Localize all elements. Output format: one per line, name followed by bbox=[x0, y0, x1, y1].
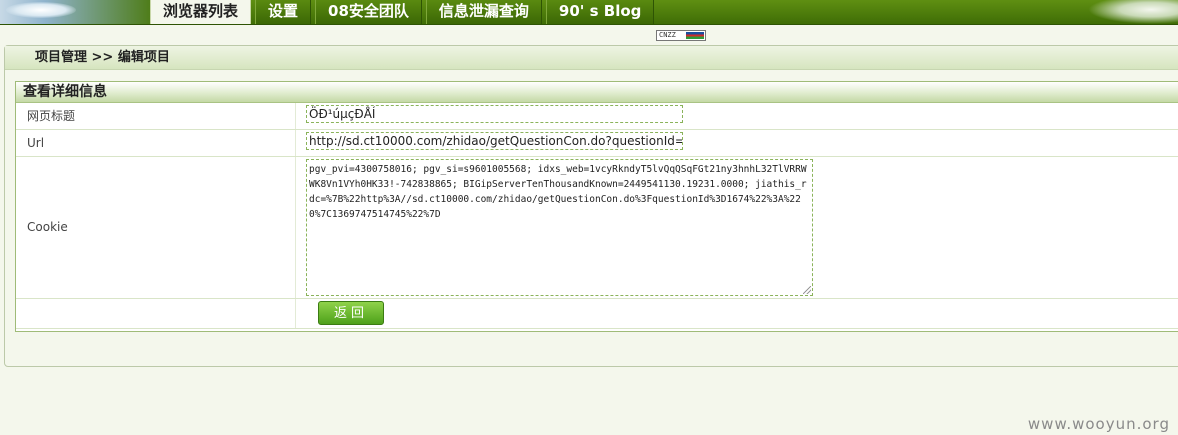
watermark: www.wooyun.org bbox=[1027, 415, 1170, 433]
cnzz-stats-badge[interactable]: CNZZ bbox=[656, 30, 706, 41]
detail-box: 查看详细信息 网页标题 ÖÐ¹úµçÐÅÍ Url http://sd.ct10… bbox=[15, 81, 1178, 332]
top-navigation-bar: 浏览器列表 设置 08安全团队 信息泄漏查询 90' s Blog bbox=[0, 0, 1178, 25]
table-row: Url http://sd.ct10000.com/zhidao/getQues… bbox=[16, 129, 1178, 157]
url-field[interactable]: http://sd.ct10000.com/zhidao/getQuestion… bbox=[306, 132, 683, 150]
resize-grip-icon[interactable] bbox=[803, 285, 811, 294]
table-row: 返回 bbox=[16, 298, 1178, 329]
breadcrumb: 项目管理 >> 编辑项目 bbox=[5, 46, 1178, 70]
cookie-textarea[interactable]: pgv_pvi=4300758016; pgv_si=s9601005568; … bbox=[306, 158, 813, 296]
cookie-cell: pgv_pvi=4300758016; pgv_si=s9601005568; … bbox=[295, 156, 1178, 299]
detail-title: 查看详细信息 bbox=[16, 82, 1178, 103]
tab-browser-list[interactable]: 浏览器列表 bbox=[150, 0, 252, 24]
page-title-label: 网页标题 bbox=[16, 103, 296, 130]
detail-table: 网页标题 ÖÐ¹úµçÐÅÍ Url http://sd.ct10000.com… bbox=[16, 103, 1178, 329]
main-panel: 项目管理 >> 编辑项目 查看详细信息 网页标题 ÖÐ¹úµçÐÅÍ Url h… bbox=[4, 45, 1178, 367]
page-title-cell: ÖÐ¹úµçÐÅÍ bbox=[295, 103, 1178, 130]
url-cell: http://sd.ct10000.com/zhidao/getQuestion… bbox=[295, 129, 1178, 157]
page-title-field[interactable]: ÖÐ¹úµçÐÅÍ bbox=[306, 105, 683, 124]
tab-blog[interactable]: 90' s Blog bbox=[545, 0, 655, 24]
url-label: Url bbox=[16, 129, 296, 157]
table-row: Cookie pgv_pvi=4300758016; pgv_si=s96010… bbox=[16, 156, 1178, 299]
cookie-label: Cookie bbox=[16, 156, 296, 299]
tab-settings[interactable]: 设置 bbox=[255, 0, 312, 24]
logo bbox=[0, 0, 150, 24]
tab-leak-query[interactable]: 信息泄漏查询 bbox=[425, 0, 542, 24]
cnzz-badge-text: CNZZ bbox=[659, 31, 676, 39]
table-row: 网页标题 ÖÐ¹úµçÐÅÍ bbox=[16, 103, 1178, 130]
empty-label-cell bbox=[16, 298, 296, 329]
tab-security-team[interactable]: 08安全团队 bbox=[315, 0, 422, 24]
button-cell: 返回 bbox=[295, 298, 1178, 329]
cookie-text: pgv_pvi=4300758016; pgv_si=s9601005568; … bbox=[309, 163, 807, 220]
header-decoration bbox=[1088, 0, 1178, 24]
back-button[interactable]: 返回 bbox=[318, 301, 384, 325]
nav-tabs: 浏览器列表 设置 08安全团队 信息泄漏查询 90' s Blog bbox=[150, 0, 658, 24]
stats-bars-icon bbox=[686, 32, 704, 39]
